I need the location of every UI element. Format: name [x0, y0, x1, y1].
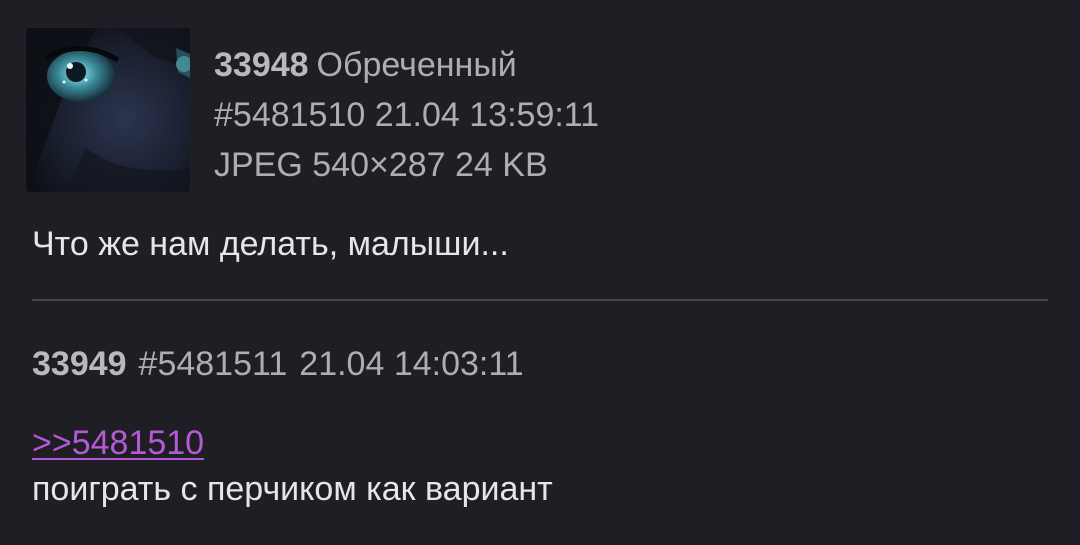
anime-eye-thumbnail-icon [26, 28, 190, 192]
reply-link[interactable]: >>5481510 [32, 420, 204, 466]
post-text: Что же нам делать, малыши... [32, 225, 509, 263]
post-33949: 33949 #5481511 21.04 14:03:11 >>5481510 по… [0, 302, 1080, 545]
file-info: JPEG 540×287 24 KB [214, 146, 548, 184]
post-datetime: 21.04 13:59:11 [374, 96, 600, 134]
post-number: 33949 [32, 345, 127, 383]
post-33948: 33948 Обреченный #5481510 21.04 13:59:11 … [0, 0, 1080, 300]
post-number: 33948 [214, 46, 309, 84]
post-header: 33949 #5481511 21.04 14:03:11 [32, 340, 524, 388]
post-meta: 33948 Обреченный #5481510 21.04 13:59:11 … [214, 40, 599, 190]
post-number-line: 33948 Обреченный [214, 40, 599, 90]
post-thumbnail-image[interactable] [26, 28, 190, 192]
post-divider [32, 299, 1048, 301]
post-id[interactable]: #5481510 [214, 96, 365, 134]
post-datetime: 21.04 14:03:11 [299, 345, 524, 383]
post-id-line: #5481510 21.04 13:59:11 [214, 90, 599, 140]
post-id[interactable]: #5481511 [139, 345, 288, 383]
poster-name: Обреченный [316, 46, 517, 84]
post-text: поиграть с перчиком как вариант [32, 470, 553, 508]
